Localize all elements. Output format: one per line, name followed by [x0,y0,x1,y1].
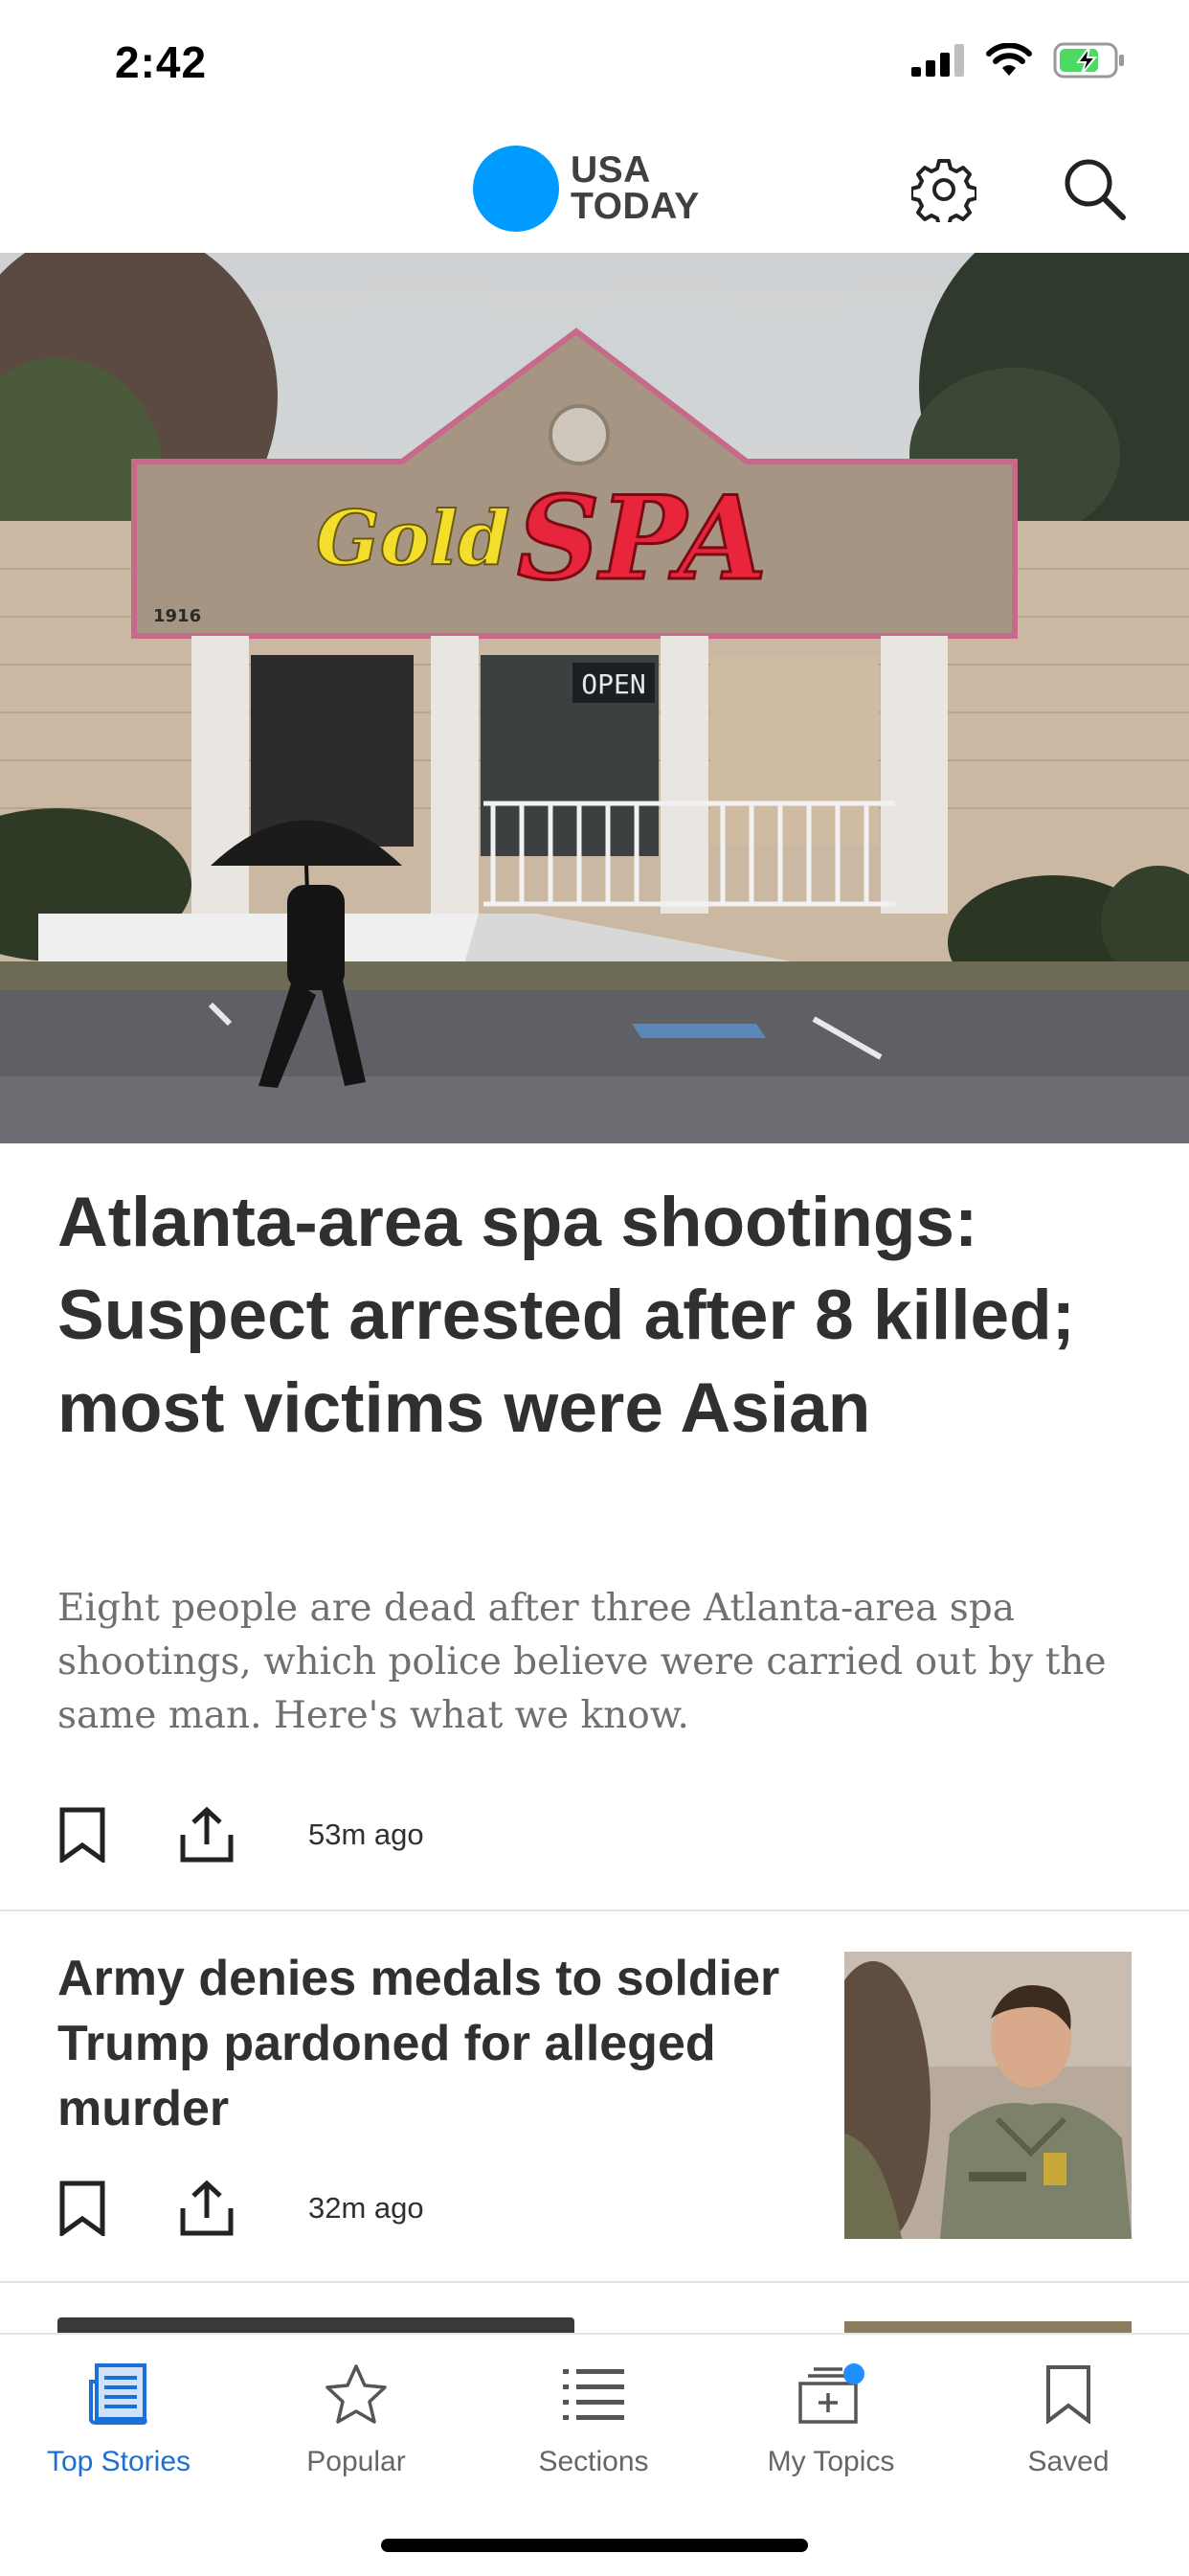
battery-charging-icon [1053,42,1124,79]
tab-label: Top Stories [46,2446,191,2477]
home-indicator[interactable] [381,2539,808,2552]
usa-today-logo[interactable]: USA TODAY [473,146,700,232]
search-button[interactable] [1059,153,1132,226]
tab-label: My Topics [767,2446,895,2477]
story-timestamp: 32m ago [308,2191,424,2225]
status-time: 2:42 [115,37,208,87]
notification-dot [843,2363,864,2384]
wifi-icon [986,43,1032,76]
tab-sections[interactable]: Sections [475,2356,712,2490]
list-icon [563,2369,624,2420]
save-story-button[interactable] [57,2178,107,2239]
search-icon [1065,159,1126,220]
tab-saved[interactable]: Saved [950,2356,1187,2490]
tab-top-stories[interactable]: Top Stories [0,2356,237,2490]
bookmark-icon [59,1807,105,1863]
sign-open-text: OPEN [581,668,645,700]
sign-address-text: 1916 [153,606,201,626]
tab-label: Saved [1027,2446,1110,2477]
save-story-button[interactable] [57,1804,107,1865]
tab-label: Sections [538,2446,649,2477]
share-icon [180,1806,234,1863]
settings-button[interactable] [908,153,980,226]
divider [0,1909,1189,1911]
tab-my-topics[interactable]: My Topics [712,2356,950,2490]
top-story-actions: 53m ago [57,1804,424,1865]
top-story-headline[interactable]: Atlanta-area spa shootings: Suspect arre… [57,1176,1139,1455]
logo-line-2: TODAY [571,186,700,227]
sign-gold-text: Gold [316,495,510,582]
story-actions: 32m ago [57,2178,424,2239]
logo-dot [473,146,559,232]
top-story-timestamp: 53m ago [308,1818,424,1851]
tab-label: Popular [306,2446,406,2477]
tab-popular[interactable]: Popular [237,2356,475,2490]
share-story-button[interactable] [178,2178,236,2239]
app-header: USA TODAY [0,124,1189,255]
bookmark-icon [59,2181,105,2236]
next-story-peek[interactable] [57,2317,594,2333]
next-story-thumbnail-peek[interactable] [844,2321,1132,2333]
topics-icon [798,2363,864,2424]
logo-line-1: USA [571,149,651,191]
top-story-image[interactable]: Gold SPA 1916 OPEN [0,253,1189,1143]
gear-icon [911,159,976,222]
bookmark-icon [1046,2365,1090,2424]
story-headline[interactable]: Army denies medals to soldier Trump pard… [57,1946,842,2141]
status-bar: 2:42 [0,0,1189,124]
cellular-signal-icon [911,44,964,77]
sign-spa-text: SPA [517,471,767,606]
newspaper-icon [89,2363,147,2425]
share-story-button[interactable] [178,1804,236,1865]
story-thumbnail[interactable] [844,1952,1132,2239]
divider [0,2281,1189,2283]
share-icon [180,2180,234,2236]
star-icon [325,2364,387,2424]
top-story-summary[interactable]: Eight people are dead after three Atlant… [57,1582,1110,1743]
